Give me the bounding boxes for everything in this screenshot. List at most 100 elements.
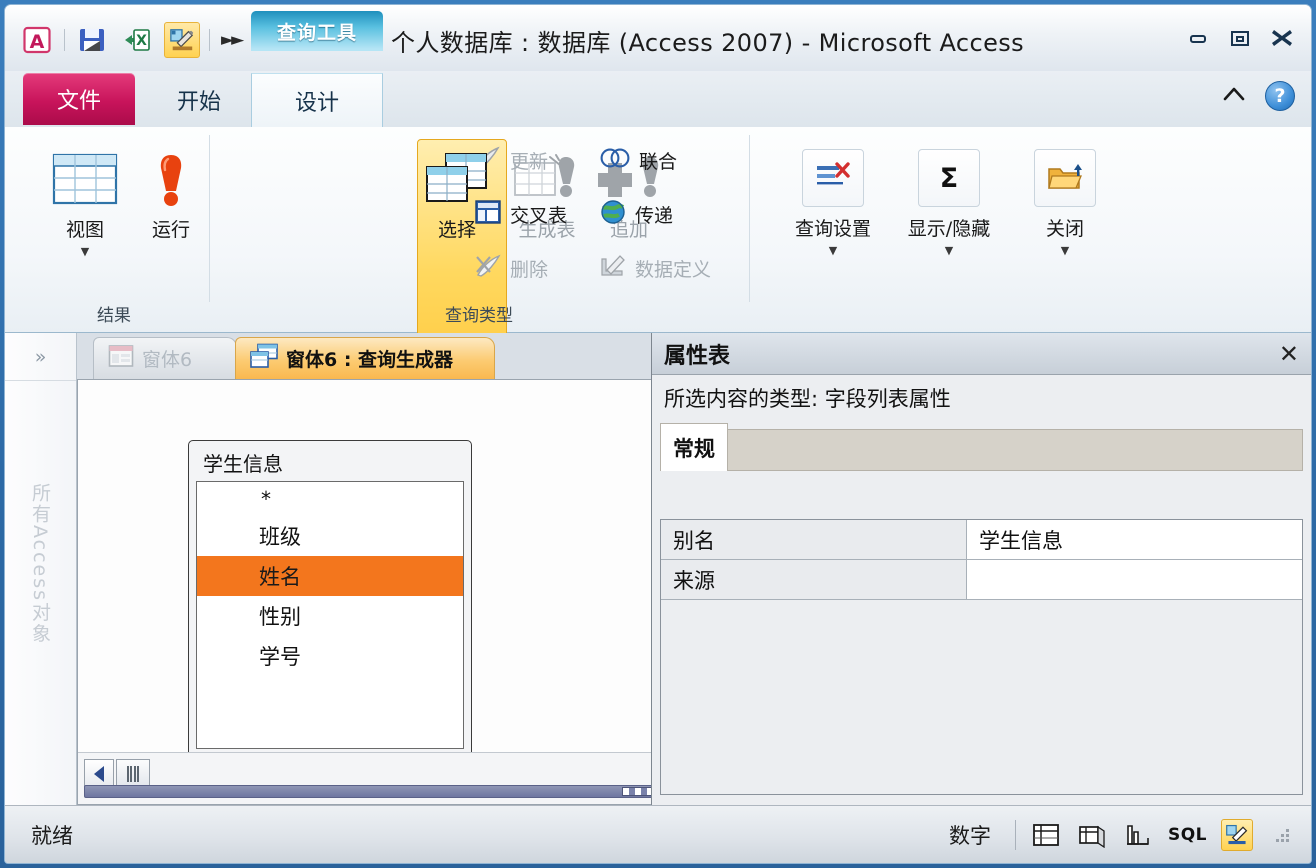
- pivottable-view-icon[interactable]: [1076, 819, 1108, 851]
- property-sheet-tab-strip: 常规: [660, 423, 1303, 471]
- doc-tab-form6[interactable]: 窗体6: [93, 337, 237, 379]
- close-group-label: 关闭: [1046, 214, 1084, 241]
- property-row-alias[interactable]: 别名 学生信息: [661, 520, 1302, 560]
- property-sheet-tab-general-label: 常规: [673, 433, 715, 463]
- delete-query-button[interactable]: 删除: [474, 253, 548, 284]
- field-list-title: 学生信息: [189, 441, 471, 482]
- doc-tab-query-builder[interactable]: 窗体6 : 查询生成器: [235, 337, 495, 379]
- field-list-item-studentid[interactable]: 学号: [197, 636, 463, 676]
- show-hide-button[interactable]: Σ 显示/隐藏 ▼: [891, 149, 1007, 257]
- collapse-ribbon-icon[interactable]: [1221, 84, 1247, 108]
- run-exclamation-icon: [150, 145, 192, 209]
- view-button[interactable]: 视图 ▼: [43, 145, 127, 258]
- field-list-item-gender[interactable]: 性别: [197, 596, 463, 636]
- tab-design[interactable]: 设计: [251, 73, 383, 127]
- pass-through-query-icon: [599, 199, 627, 230]
- property-row-source-value[interactable]: [967, 560, 1302, 599]
- expand-nav-pane-icon: »: [35, 346, 47, 368]
- chevron-down-icon-showhide[interactable]: ▼: [945, 244, 953, 257]
- pass-through-query-label: 传递: [635, 201, 673, 228]
- close-button[interactable]: [1269, 25, 1295, 51]
- union-query-button[interactable]: 联合: [599, 145, 677, 176]
- field-list-item-star-label: *: [197, 495, 271, 503]
- ribbon-group-setup: 查询设置 ▼ Σ 显示/隐藏 ▼: [749, 127, 1311, 332]
- select-query-button[interactable]: 选择: [415, 145, 499, 242]
- tab-design-label: 设计: [295, 85, 339, 117]
- property-row-alias-value[interactable]: 学生信息: [967, 520, 1302, 559]
- chevron-down-icon[interactable]: ▼: [81, 245, 89, 258]
- window-resize-grip-icon[interactable]: [1273, 826, 1291, 844]
- form-icon: [108, 344, 134, 373]
- chevron-down-icon-setup[interactable]: ▼: [829, 244, 837, 257]
- field-list-item-class[interactable]: 班级: [197, 516, 463, 556]
- datasheet-view-icon: [51, 145, 119, 209]
- chevron-down-icon-close[interactable]: ▼: [1061, 244, 1069, 257]
- run-button[interactable]: 运行: [129, 145, 213, 242]
- property-sheet-title: 属性表: [664, 338, 730, 370]
- status-bar: 就绪 数字: [5, 805, 1311, 863]
- tab-home[interactable]: 开始: [145, 73, 253, 127]
- sigma-totals-icon: Σ: [918, 149, 980, 207]
- tab-file-label: 文件: [57, 83, 101, 115]
- help-icon[interactable]: ?: [1265, 81, 1295, 111]
- doc-tab-form6-label: 窗体6: [142, 345, 192, 372]
- restore-button[interactable]: [1227, 25, 1253, 51]
- field-list-item-name-label: 姓名: [259, 561, 301, 591]
- union-query-label: 联合: [639, 147, 677, 174]
- design-view-quick-icon[interactable]: [164, 22, 200, 58]
- document-area: 窗体6 窗体6: [77, 333, 1311, 805]
- qat-divider-2: [209, 29, 210, 51]
- close-group-button[interactable]: 关闭 ▼: [1007, 149, 1123, 257]
- ribbon-group-query-type: 选择: [209, 127, 749, 332]
- property-row-source[interactable]: 来源: [661, 560, 1302, 600]
- access-logo-icon[interactable]: A: [19, 22, 55, 58]
- datasheet-view-icon[interactable]: [1030, 819, 1062, 851]
- sql-view-icon[interactable]: SQL: [1168, 825, 1207, 845]
- close-property-sheet-icon[interactable]: ✕: [1279, 340, 1299, 368]
- export-excel-icon[interactable]: X: [119, 22, 155, 58]
- property-sheet-title-bar: 属性表 ✕: [652, 333, 1311, 375]
- access-main-window: A X: [4, 4, 1312, 864]
- design-view-icon[interactable]: [1221, 819, 1253, 851]
- field-list-item-name[interactable]: 姓名: [197, 556, 463, 596]
- contextual-tab-header: 查询工具: [251, 11, 383, 51]
- status-right-section: 数字: [949, 819, 1311, 851]
- query-builder-icon: [250, 343, 278, 374]
- show-hide-label: 显示/隐藏: [908, 214, 990, 241]
- query-setup-button[interactable]: 查询设置 ▼: [775, 149, 891, 257]
- expand-nav-pane-button[interactable]: »: [5, 333, 76, 381]
- svg-text:A: A: [30, 31, 45, 53]
- data-definition-query-label: 数据定义: [635, 255, 711, 282]
- select-query-icon: [424, 145, 490, 209]
- pivotchart-view-icon[interactable]: [1122, 819, 1154, 851]
- property-sheet-pane[interactable]: 属性表 ✕ 所选内容的类型: 字段列表属性 常规 别名 学生信息: [651, 333, 1311, 805]
- quick-access-toolbar: A X: [19, 21, 241, 59]
- union-query-icon: [599, 145, 631, 176]
- field-list-item-star[interactable]: *: [197, 482, 463, 516]
- customize-qat-icon[interactable]: ►►: [219, 30, 241, 50]
- data-definition-query-icon: [599, 253, 627, 284]
- qat-divider: [64, 29, 65, 51]
- svg-text:Σ: Σ: [940, 163, 958, 194]
- field-list-body[interactable]: * 班级 姓名 性别: [196, 481, 464, 749]
- svg-text:X: X: [136, 33, 147, 49]
- navigation-pane[interactable]: » 所有Access对象: [5, 333, 77, 805]
- field-list-item-class-label: 班级: [259, 521, 301, 551]
- work-area: » 所有Access对象: [5, 333, 1311, 805]
- minimize-button[interactable]: [1185, 25, 1211, 51]
- data-definition-query-button[interactable]: 数据定义: [599, 253, 711, 284]
- tab-file[interactable]: 文件: [23, 73, 135, 125]
- contextual-tab-group: 查询工具: [251, 5, 383, 71]
- view-button-label: 视图: [66, 215, 104, 242]
- nav-pane-vertical-title: 所有Access对象: [5, 483, 76, 644]
- status-divider: [1015, 820, 1016, 850]
- property-sheet-tab-general[interactable]: 常规: [660, 423, 728, 471]
- ribbon-body: 视图 ▼ 运行 结果: [5, 127, 1311, 333]
- delete-query-icon: [474, 253, 502, 284]
- save-icon[interactable]: [74, 22, 110, 58]
- pass-through-query-button[interactable]: 传递: [599, 199, 673, 230]
- nav-pane-vertical-label: 所有Access对象: [27, 483, 54, 644]
- field-list-student-info[interactable]: 学生信息 * 班级 姓名: [188, 440, 472, 752]
- property-row-alias-key: 别名: [661, 520, 967, 559]
- property-sheet-grid[interactable]: 别名 学生信息 来源: [660, 519, 1303, 795]
